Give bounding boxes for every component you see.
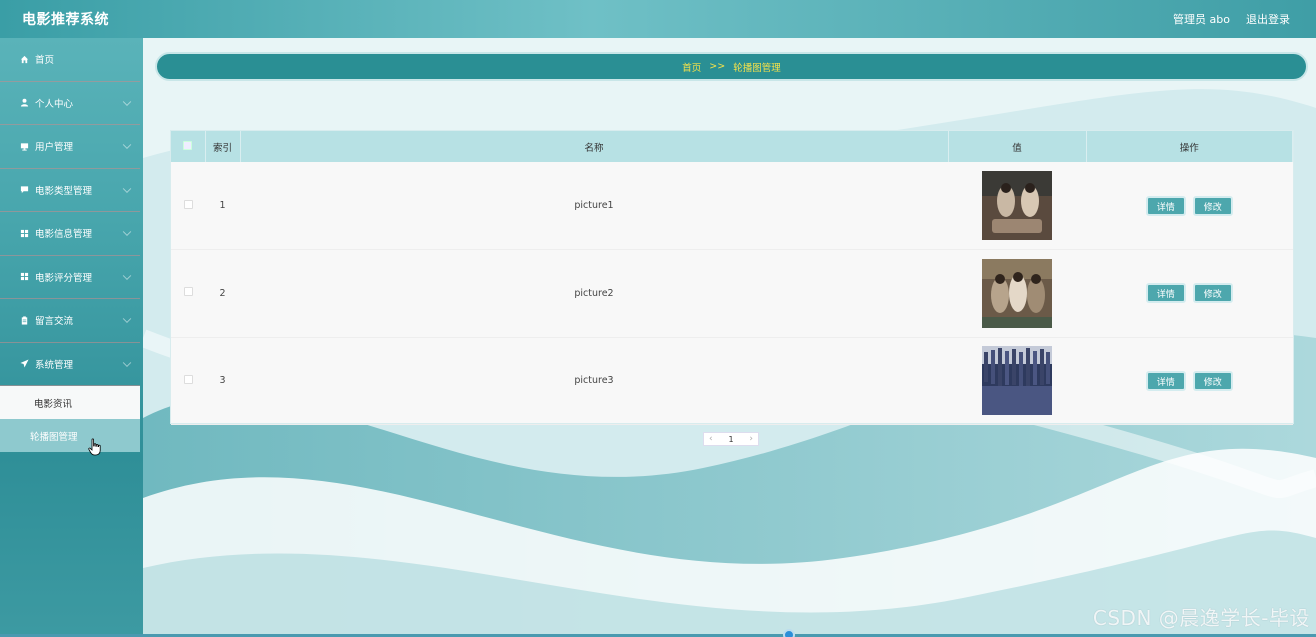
sidebar-item-label: 个人中心 (35, 98, 74, 110)
row-select-cell (171, 337, 205, 425)
sidebar-item-label: 电影信息管理 (35, 229, 93, 241)
chevron-down-icon (122, 227, 132, 237)
sidebar-item-home[interactable]: 首页 (0, 38, 140, 82)
sidebar-item-label: 首页 (35, 55, 55, 67)
sidebar-item-messages[interactable]: 留言交流 (0, 299, 140, 343)
pagination: ‹ 1 › (703, 432, 759, 446)
send-icon (19, 359, 29, 369)
submenu-item-carousel[interactable]: 轮播图管理 (0, 419, 140, 452)
submenu-item-movie-news[interactable]: 电影资讯 (0, 386, 140, 419)
chevron-down-icon (122, 97, 132, 106)
row-name: picture2 (240, 249, 948, 338)
grid-icon (19, 272, 29, 282)
sidebar-item-label: 用户管理 (35, 142, 74, 154)
carousel-thumbnail-2 (982, 258, 1052, 328)
monitor-icon (19, 141, 29, 151)
next-page-icon[interactable]: › (749, 434, 753, 444)
edit-button[interactable]: 修改 (1192, 283, 1233, 304)
row-name: picture3 (240, 337, 948, 425)
scroll-indicator[interactable] (783, 629, 795, 637)
row-checkbox[interactable] (183, 374, 193, 384)
chevron-down-icon (122, 184, 132, 193)
watermark: CSDN @晨逸学长-毕设 (1092, 606, 1310, 630)
grid-icon (19, 228, 29, 238)
row-checkbox[interactable] (183, 287, 193, 297)
comment-icon (19, 185, 29, 195)
column-header-value: 值 (948, 131, 1087, 162)
top-header: 电影推荐系统 管理员 abo 退出登录 (0, 0, 1316, 38)
column-header-index: 索引 (205, 131, 241, 162)
row-value-cell (948, 249, 1086, 338)
chevron-down-icon (122, 140, 132, 150)
row-value-cell (948, 162, 1086, 250)
detail-button[interactable]: 详情 (1145, 195, 1186, 216)
table-row: 3 picture3 详情 修改 (171, 337, 1293, 425)
row-index: 1 (205, 162, 240, 250)
carousel-thumbnail-3 (982, 346, 1052, 416)
chevron-down-icon (122, 314, 132, 324)
app-title: 电影推荐系统 (22, 12, 109, 28)
select-all-checkbox[interactable] (183, 140, 193, 150)
current-user: 管理员 abo (1173, 13, 1230, 26)
row-index: 3 (205, 337, 240, 425)
sidebar: 首页 个人中心 用户管理 电影类型管理 电影信息管理 电影评分管理 留言交流 系… (0, 38, 143, 637)
sidebar-item-label: 电影评分管理 (35, 272, 93, 284)
logout-link[interactable]: 退出登录 (1246, 11, 1290, 27)
edit-button[interactable]: 修改 (1192, 195, 1233, 216)
row-checkbox[interactable] (183, 199, 193, 209)
row-value-cell (948, 337, 1086, 425)
row-select-cell (171, 162, 205, 250)
breadcrumb-current: 轮播图管理 (733, 62, 781, 74)
sidebar-item-label: 电影类型管理 (35, 185, 93, 197)
sidebar-item-users[interactable]: 用户管理 (0, 125, 140, 169)
row-select-cell (171, 249, 205, 338)
column-header-actions: 操作 (1086, 131, 1293, 162)
detail-button[interactable]: 详情 (1145, 283, 1186, 304)
column-header-name: 名称 (240, 131, 949, 162)
chevron-down-icon (122, 358, 132, 367)
row-index: 2 (205, 249, 240, 338)
hand-cursor-icon (88, 438, 102, 459)
header-actions: 管理员 abo 退出登录 (1173, 11, 1290, 27)
row-actions: 详情 修改 (1086, 162, 1293, 250)
sidebar-item-movie-info[interactable]: 电影信息管理 (0, 212, 140, 256)
user-icon (19, 98, 29, 108)
sidebar-item-movie-ratings[interactable]: 电影评分管理 (0, 256, 140, 299)
clipboard-icon (19, 315, 29, 325)
sidebar-item-profile[interactable]: 个人中心 (0, 82, 140, 125)
row-name: picture1 (240, 162, 948, 250)
sidebar-item-label: 系统管理 (35, 359, 74, 371)
sidebar-item-system[interactable]: 系统管理 (0, 343, 140, 386)
current-page[interactable]: 1 (728, 435, 733, 444)
carousel-thumbnail-1 (982, 171, 1052, 240)
row-actions: 详情 修改 (1086, 337, 1293, 425)
breadcrumb: 首页 >> 轮播图管理 (155, 52, 1308, 81)
detail-button[interactable]: 详情 (1145, 370, 1186, 391)
sidebar-item-movie-types[interactable]: 电影类型管理 (0, 169, 140, 212)
chevron-down-icon (122, 271, 132, 280)
sidebar-item-label: 留言交流 (35, 316, 74, 328)
row-actions: 详情 修改 (1086, 249, 1293, 338)
breadcrumb-separator: >> (709, 61, 726, 72)
table-header-row: 索引 名称 值 操作 (171, 131, 1293, 162)
home-icon (19, 54, 29, 64)
select-all-cell (171, 131, 206, 162)
table-row: 1 picture1 详情 修改 (171, 162, 1293, 250)
carousel-table: 索引 名称 值 操作 1 picture1 详情 修改 2 picture2 详… (170, 130, 1294, 425)
table-row: 2 picture2 详情 修改 (171, 249, 1293, 338)
prev-page-icon[interactable]: ‹ (709, 434, 713, 444)
breadcrumb-home[interactable]: 首页 (682, 60, 701, 74)
edit-button[interactable]: 修改 (1192, 370, 1233, 391)
